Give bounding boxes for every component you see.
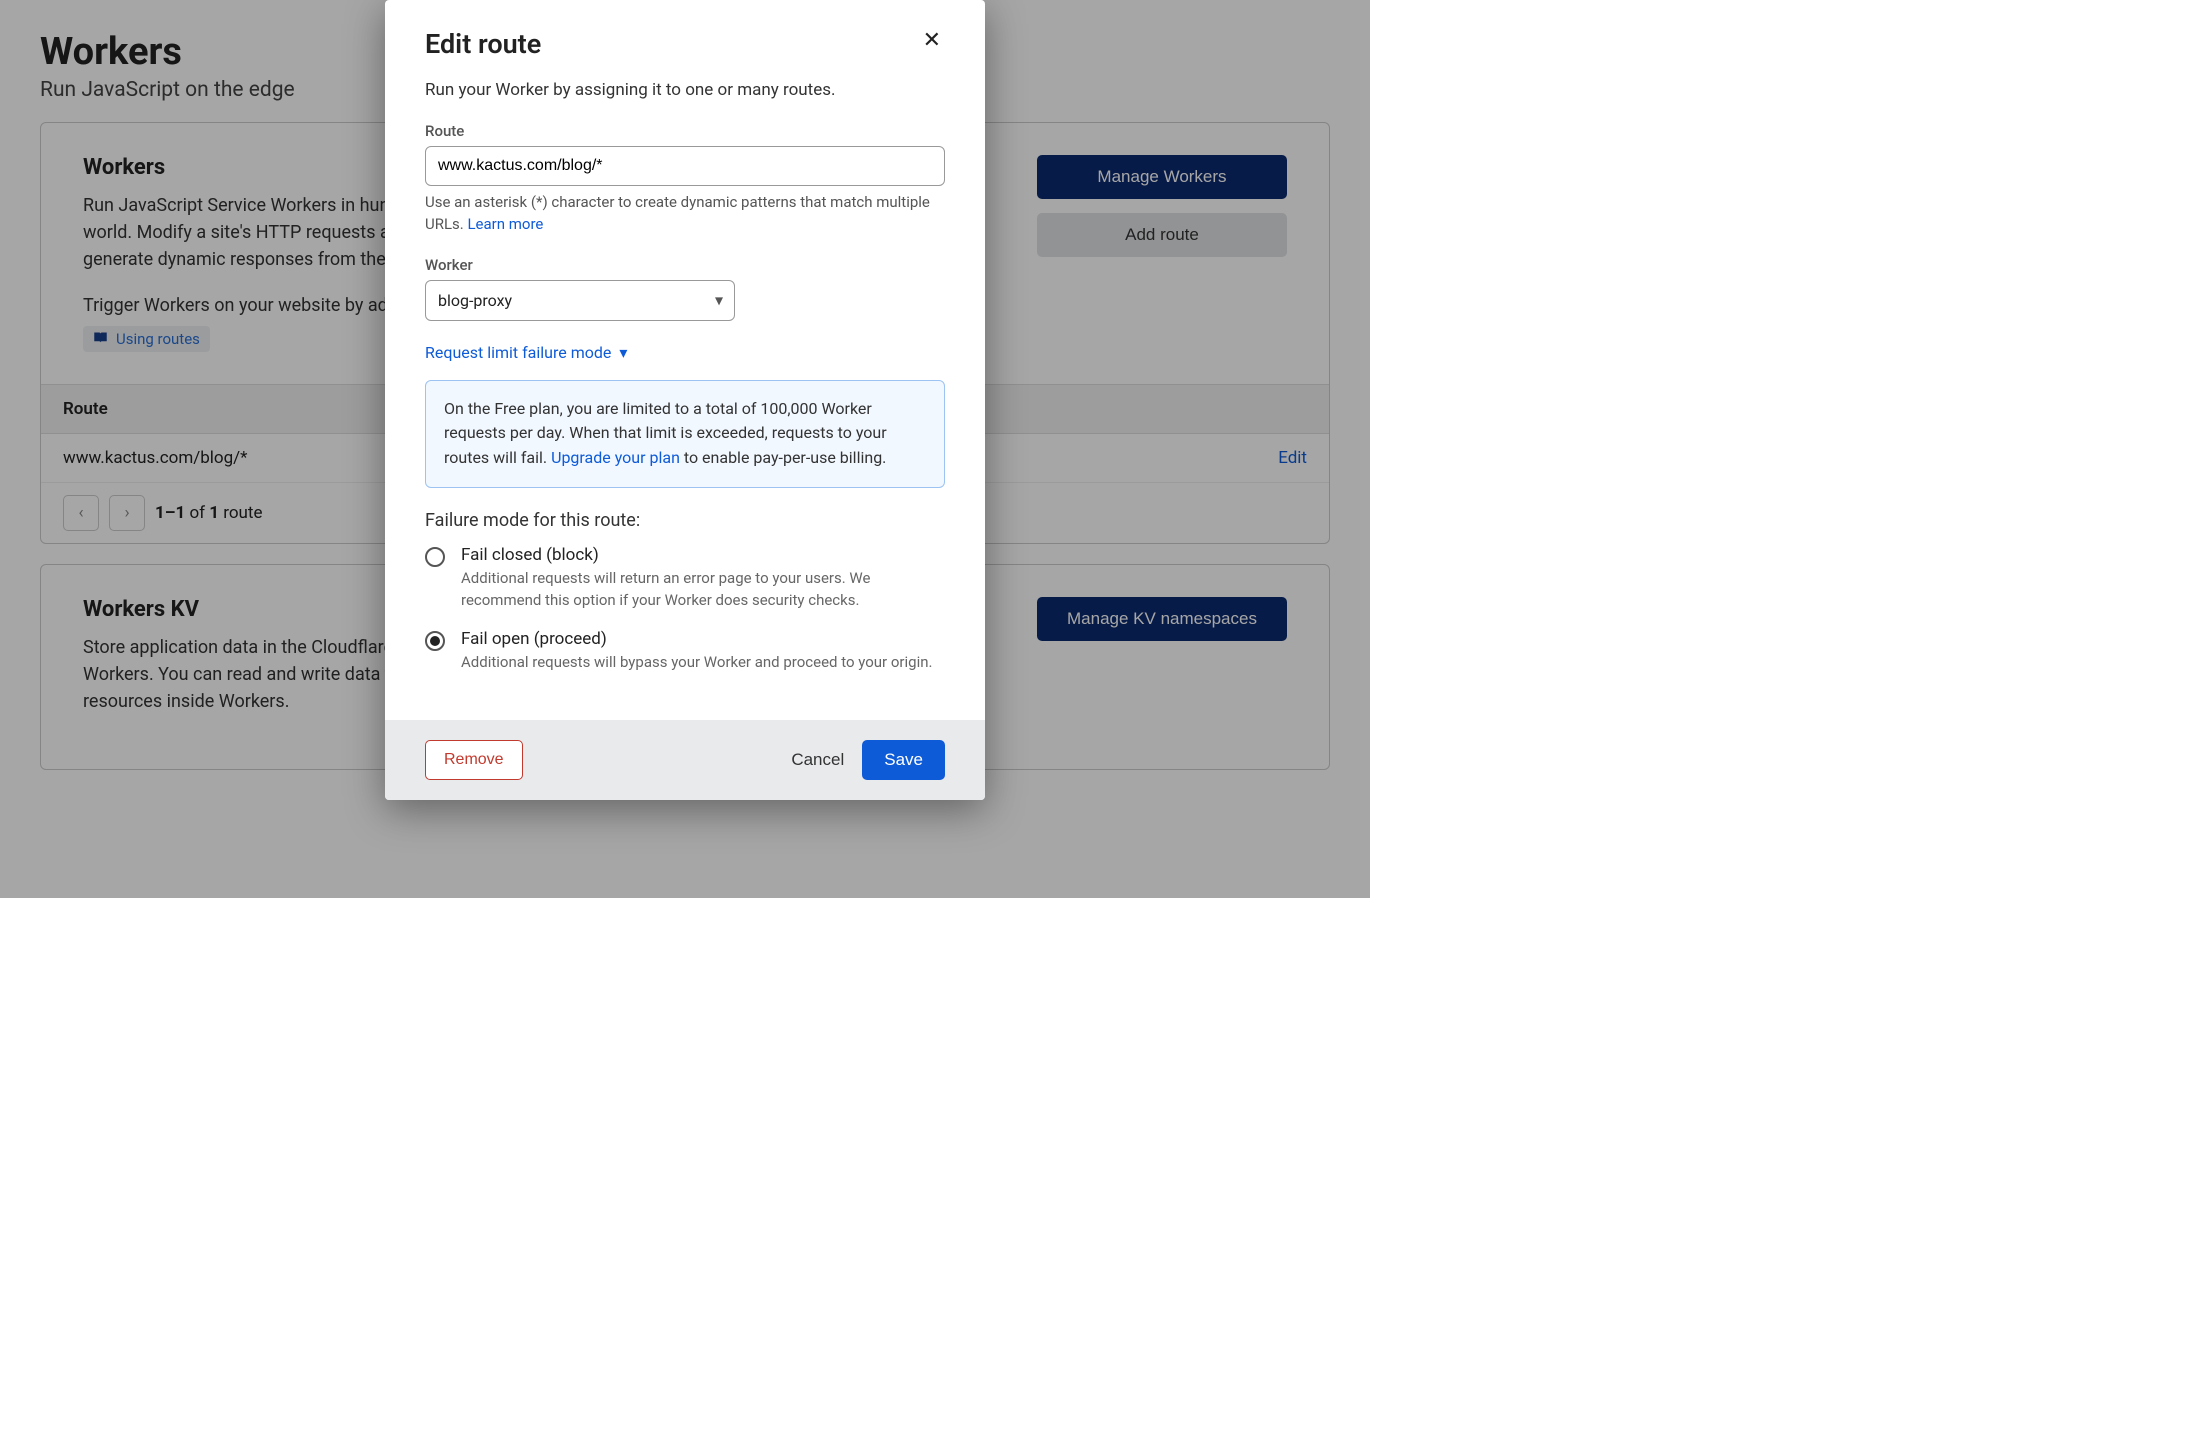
- modal-title: Edit route: [425, 28, 541, 60]
- save-button[interactable]: Save: [862, 740, 945, 780]
- modal-desc: Run your Worker by assigning it to one o…: [425, 80, 945, 100]
- route-label: Route: [425, 122, 945, 140]
- fail-open-radio[interactable]: [425, 631, 445, 651]
- close-icon[interactable]: ✕: [919, 28, 945, 54]
- upgrade-plan-link[interactable]: Upgrade your plan: [551, 448, 680, 467]
- learn-more-link[interactable]: Learn more: [467, 215, 543, 233]
- request-limit-disclosure[interactable]: Request limit failure mode ▾: [425, 343, 627, 362]
- cancel-button[interactable]: Cancel: [791, 750, 844, 770]
- route-input[interactable]: [425, 146, 945, 186]
- fail-closed-label: Fail closed (block): [461, 545, 945, 565]
- worker-label: Worker: [425, 256, 945, 274]
- worker-select[interactable]: blog-proxy: [425, 280, 735, 321]
- plan-info-box: On the Free plan, you are limited to a t…: [425, 380, 945, 488]
- remove-button[interactable]: Remove: [425, 740, 523, 780]
- caret-down-icon: ▾: [619, 343, 627, 362]
- route-help: Use an asterisk (*) character to create …: [425, 192, 945, 236]
- fail-closed-help: Additional requests will return an error…: [461, 568, 945, 612]
- fail-closed-radio[interactable]: [425, 547, 445, 567]
- failure-mode-question: Failure mode for this route:: [425, 510, 945, 531]
- modal-footer: Remove Cancel Save: [385, 720, 985, 800]
- fail-open-help: Additional requests will bypass your Wor…: [461, 652, 932, 674]
- modal-overlay: Edit route ✕ Run your Worker by assignin…: [0, 0, 1370, 898]
- edit-route-modal: Edit route ✕ Run your Worker by assignin…: [385, 0, 985, 800]
- fail-open-label: Fail open (proceed): [461, 629, 932, 649]
